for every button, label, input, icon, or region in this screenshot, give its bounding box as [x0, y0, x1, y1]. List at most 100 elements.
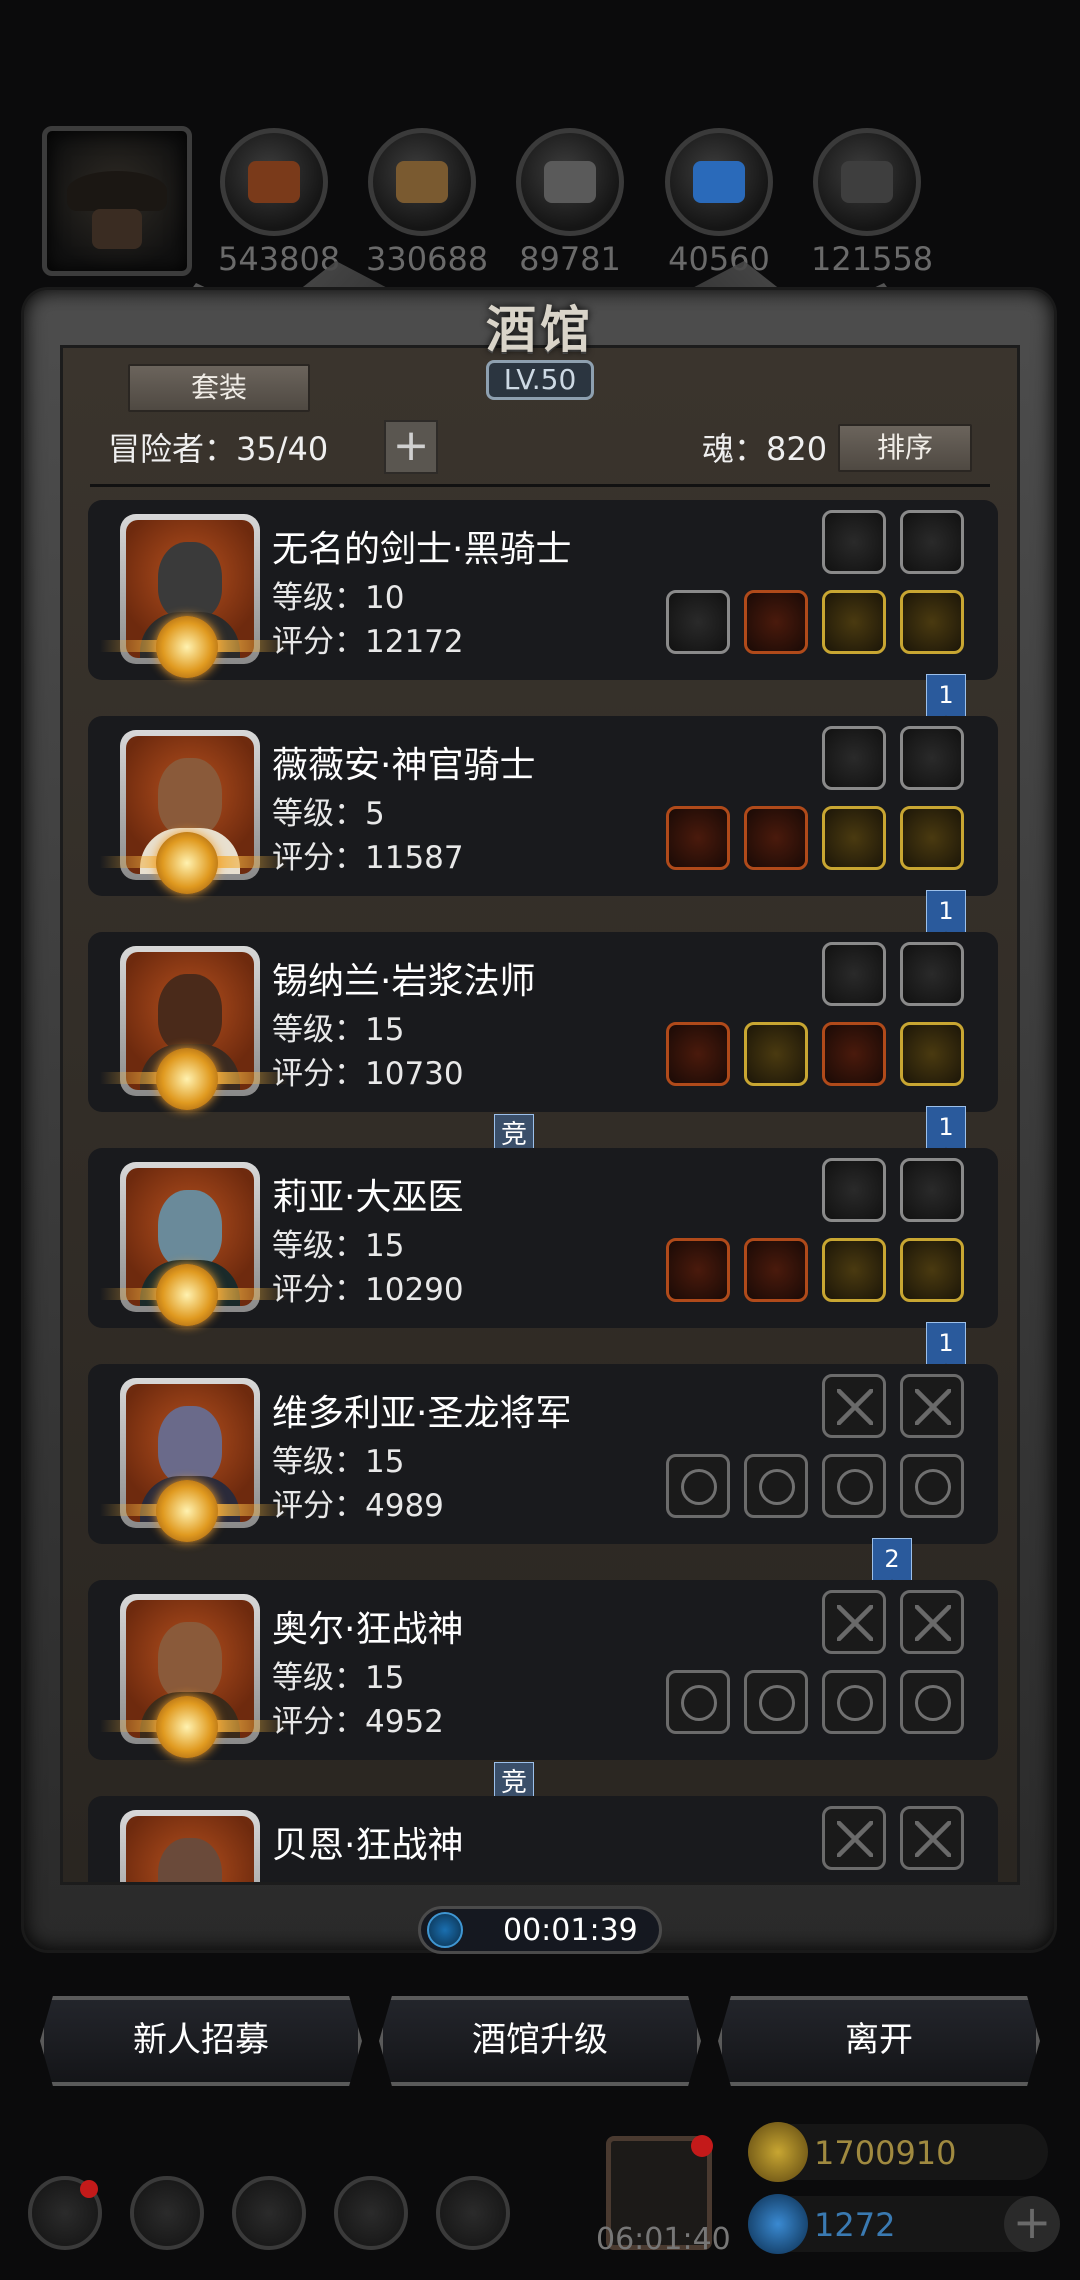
equipment-slot[interactable]	[900, 1158, 964, 1222]
add-adventurer-button[interactable]: +	[384, 420, 438, 474]
resource-value: 121558	[811, 240, 934, 278]
wood-icon	[368, 128, 476, 236]
hero-score: 评分：4989	[272, 1488, 444, 1524]
hero-name: 无名的剑士·黑骑士	[272, 529, 572, 570]
equipment-slot[interactable]	[744, 1238, 808, 1302]
equipment-slot[interactable]	[744, 1454, 808, 1518]
hero-icon[interactable]	[232, 2176, 306, 2250]
hero-row[interactable]: 奥尔·狂战神 等级：15 评分：4952	[88, 1580, 998, 1760]
hero-row[interactable]: 无名的剑士·黑骑士等级：10 评分：12172	[88, 500, 998, 680]
leather-icon	[220, 128, 328, 236]
panel-title: 酒馆	[486, 301, 594, 359]
hero-row[interactable]: 贝恩·狂战神	[88, 1796, 998, 1882]
equipment-slot[interactable]	[666, 590, 730, 654]
gift-timer: 06:01:40	[596, 2222, 731, 2257]
equipment-slot[interactable]	[900, 1374, 964, 1438]
hero-score: 评分：12172	[272, 624, 464, 660]
refresh-timer: 00:01:39	[418, 1906, 662, 1954]
blue-gem-icon	[748, 2194, 808, 2254]
hero-name: 锡纳兰·岩浆法师	[272, 961, 536, 1002]
clock-icon	[427, 1912, 463, 1948]
hero-level: 等级：5	[272, 796, 385, 832]
equipment-slot[interactable]	[900, 1238, 964, 1302]
notification-dot	[80, 2180, 98, 2198]
portrait-face	[92, 209, 142, 249]
resource-value: 330688	[366, 240, 489, 278]
mail-icon[interactable]	[334, 2176, 408, 2250]
equipment-slot[interactable]	[900, 1454, 964, 1518]
hero-name: 贝恩·狂战神	[272, 1825, 464, 1866]
gold-counter: 1700910	[748, 2122, 1048, 2182]
resource-0: 543808	[218, 128, 341, 278]
equipment-slot[interactable]	[666, 806, 730, 870]
leave-button[interactable]: 离开	[718, 1996, 1040, 2086]
tavern-level-badge: LV.50	[486, 360, 594, 400]
equipment-slot[interactable]	[822, 1022, 886, 1086]
hero-level: 等级：10	[272, 580, 405, 616]
ingot-icon	[813, 128, 921, 236]
equipment-slot[interactable]	[900, 942, 964, 1006]
equipment-slot[interactable]	[822, 1238, 886, 1302]
equipment-slot[interactable]	[744, 1022, 808, 1086]
sort-button[interactable]: 排序	[838, 424, 972, 472]
equipment-slot[interactable]	[666, 1670, 730, 1734]
equipment-slot[interactable]	[900, 1590, 964, 1654]
equipment-slot[interactable]	[822, 1374, 886, 1438]
map-icon[interactable]	[436, 2176, 510, 2250]
resource-value: 543808	[218, 240, 341, 278]
equipment-slot[interactable]	[822, 942, 886, 1006]
hero-level: 等级：15	[272, 1444, 405, 1480]
equipment-slot[interactable]	[666, 1238, 730, 1302]
equipment-slot[interactable]	[822, 1158, 886, 1222]
hero-row[interactable]: 锡纳兰·岩浆法师 等级：15 评分：10730	[88, 932, 998, 1112]
equipment-slot[interactable]	[822, 726, 886, 790]
hero-score: 评分：10730	[272, 1056, 464, 1092]
hero-list[interactable]: 无名的剑士·黑骑士 等级：10 评分：12172 1 薇薇安·神官骑士 等级：5 评分：11…	[88, 500, 998, 1882]
equipment-slot[interactable]	[900, 1670, 964, 1734]
equipment-slot[interactable]	[900, 1022, 964, 1086]
equipment-slot[interactable]	[900, 510, 964, 574]
equipment-slot[interactable]	[900, 806, 964, 870]
star-emblem-icon	[156, 1264, 218, 1326]
upgrade-tavern-button[interactable]: 酒馆升级	[379, 1996, 701, 2086]
equipment-slot[interactable]	[822, 1454, 886, 1518]
equipment-slot[interactable]	[666, 1454, 730, 1518]
star-emblem-icon	[156, 1480, 218, 1542]
equipment-slot[interactable]	[666, 1022, 730, 1086]
hero-row[interactable]: 薇薇安·神官骑士 等级：5 评分：11587	[88, 716, 998, 896]
hero-avatar[interactable]	[120, 1810, 260, 1882]
equipment-slot[interactable]	[900, 1806, 964, 1870]
hero-row[interactable]: 维多利亚·圣龙将军 等级：15 评分：4989	[88, 1364, 998, 1544]
equipment-slot[interactable]	[822, 1590, 886, 1654]
equipment-slot[interactable]	[822, 1806, 886, 1870]
soul-count: 魂：820	[702, 430, 828, 468]
hero-score: 评分：10290	[272, 1272, 464, 1308]
player-portrait[interactable]	[42, 126, 192, 276]
achievement-icon[interactable]	[130, 2176, 204, 2250]
notification-dot	[691, 2135, 713, 2157]
hero-row[interactable]: 莉亚·大巫医 等级：15 评分：10290	[88, 1148, 998, 1328]
resource-value: 89781	[519, 240, 621, 278]
crystal-icon	[665, 128, 773, 236]
star-emblem-icon	[156, 616, 218, 678]
equipment-slot[interactable]	[822, 1670, 886, 1734]
star-emblem-icon	[156, 1048, 218, 1110]
equipment-slot[interactable]	[822, 510, 886, 574]
equipment-slot[interactable]	[744, 806, 808, 870]
equipment-slot[interactable]	[900, 726, 964, 790]
equipment-slot[interactable]	[822, 806, 886, 870]
hero-name: 奥尔·狂战神	[272, 1609, 464, 1650]
equipment-slot[interactable]	[822, 590, 886, 654]
star-emblem-icon	[156, 1696, 218, 1758]
equipment-slot[interactable]	[900, 590, 964, 654]
hero-score: 评分：4952	[272, 1704, 444, 1740]
recruit-button[interactable]: 新人招募	[40, 1996, 362, 2086]
equipment-slot[interactable]	[744, 1670, 808, 1734]
settings-icon[interactable]	[28, 2176, 102, 2250]
resource-1: 330688	[366, 128, 489, 278]
outfit-button[interactable]: 套装	[128, 364, 310, 412]
gem-counter: 1272	[748, 2194, 1048, 2254]
equipment-slot[interactable]	[744, 590, 808, 654]
add-currency-button[interactable]: +	[1004, 2196, 1060, 2252]
hero-name: 莉亚·大巫医	[272, 1177, 464, 1218]
